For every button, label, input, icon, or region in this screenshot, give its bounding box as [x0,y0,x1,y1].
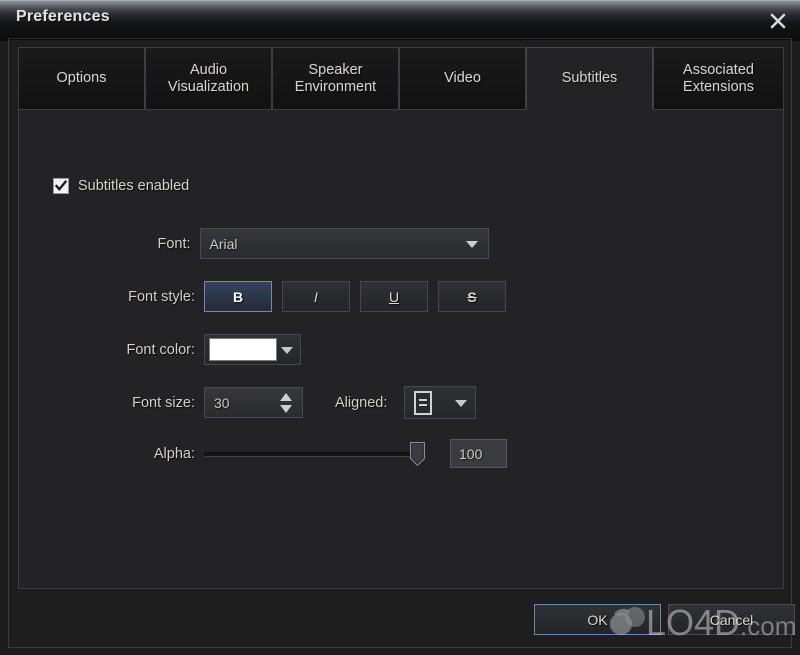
color-swatch [209,338,277,361]
tab-speaker-environment[interactable]: Speaker Environment [272,47,399,110]
font-color-row: Font color: [19,334,419,365]
stepper-up-icon[interactable] [280,392,292,401]
font-color-label: Font color: [126,341,196,358]
font-style-row: Font style: B I U S [19,281,519,312]
chevron-down-icon [455,399,468,407]
alpha-slider[interactable] [204,441,425,467]
tab-video[interactable]: Video [399,47,526,110]
font-style-buttons: B I U S [204,281,516,312]
tab-audio-visualization[interactable]: Audio Visualization [145,47,272,110]
stepper-arrows-icon[interactable] [280,392,293,414]
tab-label: Associated Extensions [683,61,754,95]
slider-track [204,451,425,457]
aligned-label: Aligned: [335,394,388,411]
checkbox-label: Subtitles enabled [78,178,190,194]
slider-thumb[interactable] [410,441,425,466]
checkbox-box [53,178,69,194]
tab-label: Subtitles [561,70,618,86]
font-select[interactable]: Arial [199,228,489,259]
subtitles-panel: Subtitles enabled Font: Arial Font style… [18,109,784,589]
tab-label: Video [444,70,481,86]
title-bar: Preferences [0,0,800,41]
font-row: Font: Arial [19,228,489,259]
chevron-down-icon [466,240,478,248]
alpha-value: 100 [459,445,483,462]
tab-subtitles[interactable]: Subtitles [526,47,653,110]
alpha-label: Alpha: [153,445,195,462]
font-size-label: Font size: [132,394,195,411]
alpha-row: Alpha: 100 [19,439,509,468]
tab-label: Speaker Environment [294,61,377,95]
strikethrough-button[interactable]: S [438,281,506,312]
font-label: Font: [157,235,191,252]
tab-strip: Options Audio Visualization Speaker Envi… [18,47,784,110]
cancel-button[interactable]: Cancel [668,604,795,635]
dialog-frame: Options Audio Visualization Speaker Envi… [8,38,795,648]
chevron-down-icon [281,346,293,354]
tab-label: Audio Visualization [167,61,250,95]
italic-button[interactable]: I [282,281,350,312]
tab-associated-extensions[interactable]: Associated Extensions [653,47,784,110]
bold-button[interactable]: B [204,281,272,312]
subtitles-enabled-checkbox[interactable]: Subtitles enabled [53,178,189,194]
font-color-select[interactable] [204,334,301,365]
font-value: Arial [209,235,238,252]
align-center-icon [414,390,433,415]
font-style-label: Font style: [128,288,195,305]
underline-button[interactable]: U [360,281,428,312]
font-size-value: 30 [214,394,230,411]
window-title: Preferences [16,8,110,25]
close-icon[interactable] [764,8,792,34]
font-size-stepper[interactable]: 30 [204,387,303,418]
font-size-row: Font size: 30 Aligned: [19,386,539,419]
tab-label: Options [56,70,107,86]
ok-button[interactable]: OK [534,604,661,635]
aligned-select[interactable] [404,386,477,419]
alpha-input[interactable]: 100 [450,439,507,468]
stepper-down-icon[interactable] [280,404,292,413]
tab-options[interactable]: Options [18,47,145,110]
preferences-window: Preferences Options Audio Visualization … [0,0,800,655]
